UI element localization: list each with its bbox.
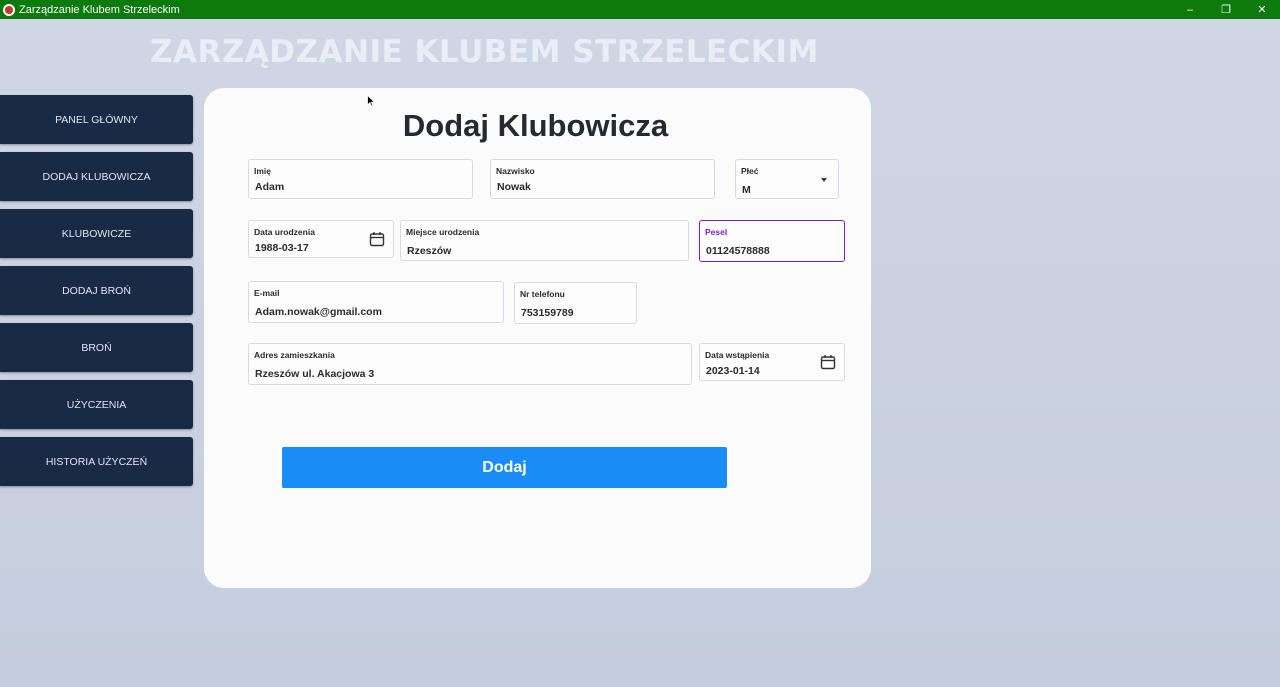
join-date-label: Data wstąpienia [705,350,770,360]
last-name-field[interactable]: Nazwisko Nowak [490,159,715,199]
restore-icon[interactable]: ❐ [1208,0,1244,19]
first-name-field[interactable]: Imię Adam [248,159,473,199]
join-date-value: 2023-01-14 [706,365,760,377]
gender-value: M [742,184,751,196]
address-label: Adres zamieszkania [254,350,335,360]
join-date-field[interactable]: Data wstąpienia 2023-01-14 [699,343,845,381]
address-value: Rzeszów ul. Akacjowa 3 [255,368,375,380]
mouse-cursor-icon [367,95,375,107]
sidebar-item-klubowicze[interactable]: KLUBOWICZE [0,209,193,258]
app-heading: ZARZĄDZANIE KLUBEM STRZELECKIM [150,34,819,70]
page-title: Dodaj Klubowicza [402,108,669,143]
app-logo-icon [3,3,15,16]
calendar-icon[interactable] [369,231,385,247]
chevron-down-icon[interactable] [821,178,827,182]
birth-date-label: Data urodzenia [254,227,315,237]
window-controls: – ❐ ✕ [1172,0,1280,19]
birth-place-field[interactable]: Miejsce urodzenia Rzeszów [400,220,689,261]
gender-select[interactable]: Płeć M [735,159,839,199]
birth-date-field[interactable]: Data urodzenia 1988-03-17 [248,220,394,258]
pesel-value: 01124578888 [706,245,770,257]
first-name-label: Imię [254,166,272,176]
sidebar-item-dodaj-klubowicza[interactable]: DODAJ KLUBOWICZA [0,152,193,201]
phone-value: 753159789 [521,307,574,319]
sidebar-item-historia-uzyczen[interactable]: HISTORIA UŻYCZEŃ [0,437,193,486]
last-name-value: Nowak [497,181,531,193]
email-value: Adam.nowak@gmail.com [255,306,382,318]
sidebar-item-panel-glowny[interactable]: PANEL GŁÓWNY [0,95,193,144]
email-field[interactable]: E-mail Adam.nowak@gmail.com [248,281,504,323]
address-field[interactable]: Adres zamieszkania Rzeszów ul. Akacjowa … [248,343,692,385]
birth-date-value: 1988-03-17 [255,242,309,254]
sidebar-item-dodaj-bron[interactable]: DODAJ BROŃ [0,266,193,315]
phone-field[interactable]: Nr telefonu 753159789 [514,282,637,324]
phone-label: Nr telefonu [520,289,565,299]
window-title: Zarządzanie Klubem Strzeleckim [19,3,180,16]
email-label: E-mail [254,288,280,298]
first-name-value: Adam [255,181,285,193]
pesel-field[interactable]: Pesel 01124578888 [699,220,845,262]
sidebar: PANEL GŁÓWNY DODAJ KLUBOWICZA KLUBOWICZE… [0,95,193,494]
add-member-button[interactable]: Dodaj [282,447,727,488]
gender-label: Płeć [741,166,759,176]
birth-place-value: Rzeszów [407,245,452,257]
window-titlebar: Zarządzanie Klubem Strzeleckim – ❐ ✕ [0,0,1280,19]
sidebar-item-bron[interactable]: BROŃ [0,323,193,372]
minimize-icon[interactable]: – [1172,0,1208,19]
birth-place-label: Miejsce urodzenia [406,227,480,237]
sidebar-item-uzyczenia[interactable]: UŻYCZENIA [0,380,193,429]
last-name-label: Nazwisko [496,166,535,176]
calendar-icon[interactable] [820,354,836,370]
close-icon[interactable]: ✕ [1244,0,1280,19]
pesel-label: Pesel [705,227,728,237]
